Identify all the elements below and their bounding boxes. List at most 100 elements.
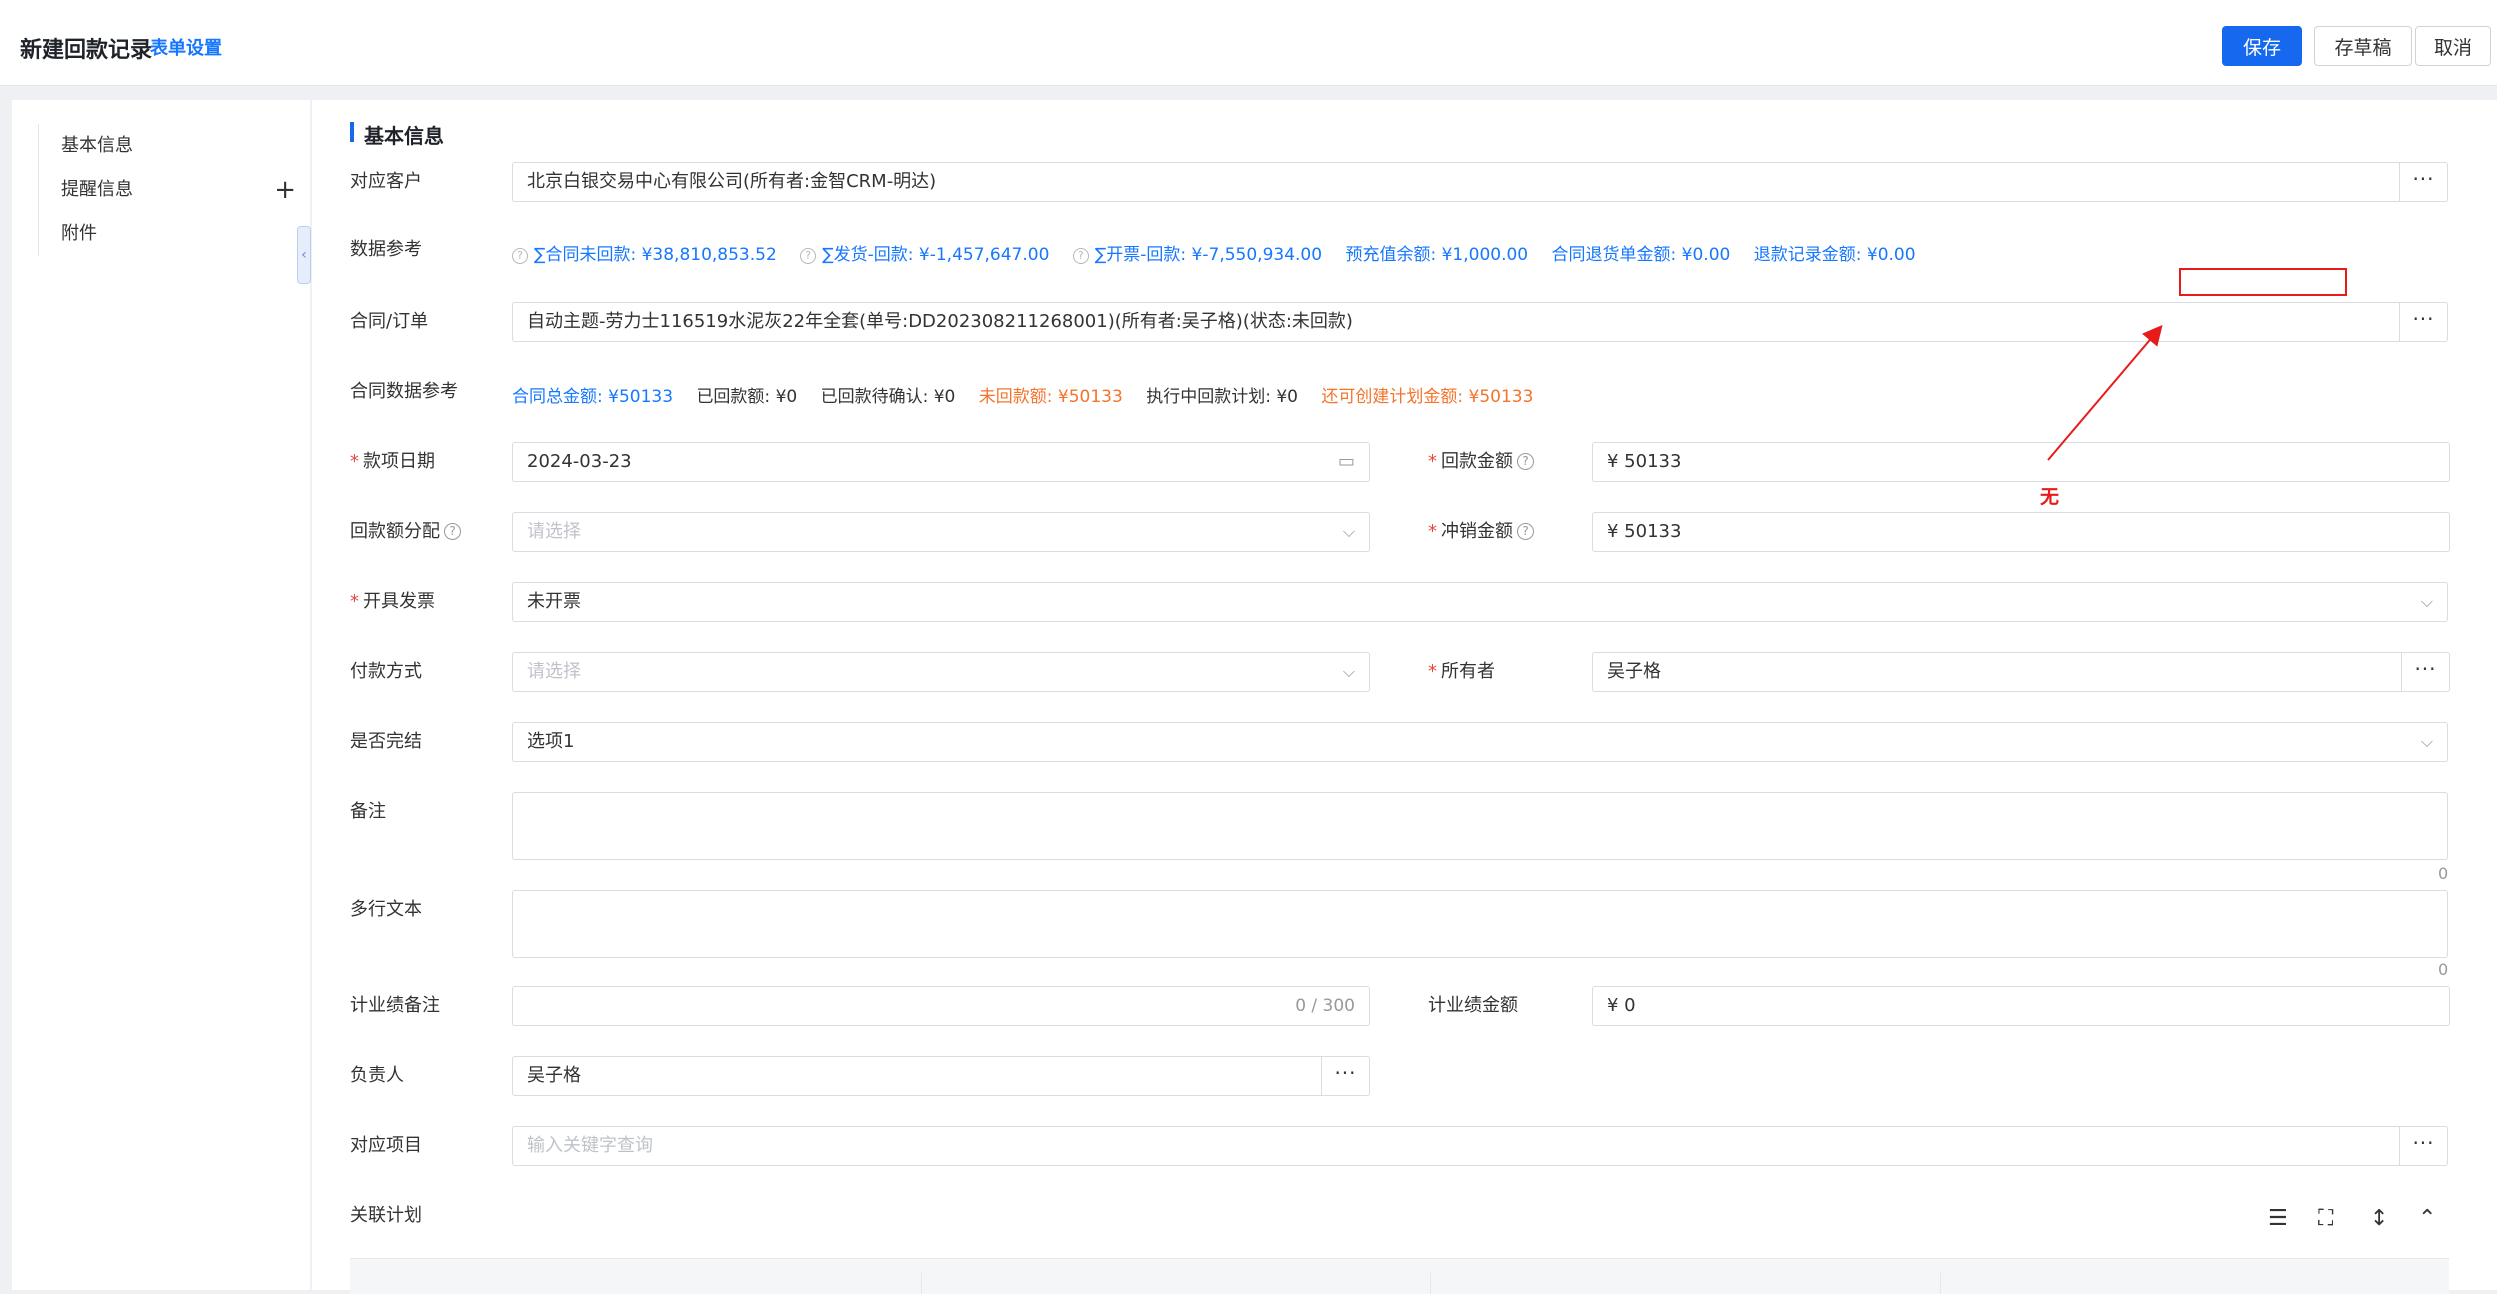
chevron-down-icon: ⌵ (1342, 662, 1355, 681)
form-settings-link[interactable]: 表单设置 (150, 34, 222, 60)
fullscreen-icon[interactable]: ⛶ (2318, 1206, 2333, 1231)
manager-label: 负责人 (350, 1065, 404, 1086)
data-ref-item: 预充值余额: ¥1,000.00 (1345, 245, 1529, 265)
payment-date-input[interactable]: 2024-03-23 ▭ (512, 442, 1370, 482)
data-ref-item: ∑开票-回款: ¥-7,550,934.00 (1094, 245, 1323, 265)
payment-amount-label: * 回款金额? (1428, 442, 1534, 482)
save-button[interactable]: 保存 (2222, 26, 2302, 66)
remark-textarea[interactable] (512, 792, 2448, 860)
writeoff-amount-value: ¥ 50133 (1607, 521, 1682, 542)
table-column-divider (921, 1273, 922, 1294)
sidebar-item-label: 基本信息 (61, 135, 133, 156)
remark-label: 备注 (350, 801, 386, 822)
contract-ref-item: 已回款额: ¥0 (696, 387, 798, 407)
allocation-select[interactable]: 请选择 ⌵ (512, 512, 1370, 552)
sidebar-nav: 基本信息 提醒信息 + 附件 (38, 124, 296, 256)
project-placeholder: 输入关键字查询 (527, 1135, 653, 1156)
data-ref-row: ? ∑合同未回款: ¥38,810,853.52 ? ∑发货-回款: ¥-1,457… (512, 240, 1934, 265)
chevron-left-icon[interactable]: ‹ (297, 226, 311, 284)
help-icon[interactable]: ? (800, 248, 817, 264)
chevron-down-icon: ⌵ (2420, 592, 2433, 611)
table-column-divider (1430, 1273, 1431, 1294)
plus-icon[interactable]: + (274, 168, 296, 212)
cancel-button[interactable]: 取消 (2415, 26, 2491, 66)
pay-method-label: 付款方式 (350, 661, 422, 682)
more-icon[interactable]: ··· (1321, 1057, 1369, 1095)
allocation-label: 回款额分配? (350, 512, 461, 552)
perf-remark-char-count: 0 / 300 (1295, 996, 1355, 1016)
project-search-input[interactable]: 输入关键字查询 ··· (512, 1126, 2448, 1166)
table-column-divider (1940, 1273, 1941, 1294)
invoice-select[interactable]: 未开票 ⌵ (512, 582, 2448, 622)
writeoff-amount-input[interactable]: ¥ 50133 (1592, 512, 2450, 552)
sidebar-item-label: 提醒信息 (61, 179, 133, 200)
contract-ref-item: 未回款额: ¥50133 (978, 387, 1123, 407)
pay-method-placeholder: 请选择 (527, 661, 581, 682)
chevron-down-icon: ⌵ (1342, 522, 1355, 541)
sidebar: 基本信息 提醒信息 + 附件 (12, 100, 310, 1290)
sidebar-item-attachment[interactable]: 附件 (61, 212, 296, 256)
help-icon[interactable]: ? (1517, 523, 1534, 540)
contract-ref-item: 执行中回款计划: ¥0 (1146, 387, 1298, 407)
chevron-up-icon[interactable]: ⌃ (2418, 1206, 2436, 1231)
perf-remark-label: 计业绩备注 (350, 995, 440, 1016)
customer-label: 对应客户 (350, 171, 422, 192)
owner-field[interactable]: 吴子格 ··· (1592, 652, 2450, 692)
completed-select[interactable]: 选项1 ⌵ (512, 722, 2448, 762)
perf-amount-input[interactable]: ¥ 0 (1592, 986, 2450, 1026)
manager-field[interactable]: 吴子格 ··· (512, 1056, 1370, 1096)
contract-label: 合同/订单 (350, 311, 429, 332)
more-icon[interactable]: ··· (2399, 163, 2447, 201)
help-icon[interactable]: ? (444, 523, 461, 540)
contract-value: 自动主题-劳力士116519水泥灰22年全套(单号:DD202308211268… (527, 311, 1353, 332)
row-height-icon[interactable]: ↕ (2370, 1206, 2388, 1231)
plan-table-header (350, 1258, 2449, 1294)
data-ref-item: ∑合同未回款: ¥38,810,853.52 (534, 245, 777, 265)
remark-char-count: 0 (2438, 864, 2449, 883)
manager-value: 吴子格 (527, 1065, 581, 1086)
more-icon[interactable]: ··· (2399, 1127, 2447, 1165)
customer-field[interactable]: 北京白银交易中心有限公司(所有者:金智CRM-明达) ··· (512, 162, 2448, 202)
owner-value: 吴子格 (1607, 661, 1661, 682)
more-icon[interactable]: ··· (2399, 303, 2447, 341)
more-icon[interactable]: ··· (2401, 653, 2449, 691)
multiline-char-count: 0 (2438, 960, 2449, 979)
payment-date-value: 2024-03-23 (527, 451, 632, 472)
page-header: 新建回款记录 表单设置 保存 存草稿 取消 (0, 0, 2497, 86)
plan-label: 关联计划 (350, 1205, 422, 1226)
writeoff-amount-label: * 冲销金额? (1428, 512, 1534, 552)
owner-label: * 所有者 (1428, 661, 1495, 682)
multiline-textarea[interactable] (512, 890, 2448, 958)
payment-amount-value: ¥ 50133 (1607, 451, 1682, 472)
data-ref-item: 退款记录金额: ¥0.00 (1753, 245, 1916, 265)
data-ref-item: ∑发货-回款: ¥-1,457,647.00 (822, 245, 1050, 265)
annotation-box (2179, 268, 2347, 296)
sidebar-item-basic-info[interactable]: 基本信息 (61, 124, 296, 168)
help-icon[interactable]: ? (1072, 248, 1089, 264)
sidebar-item-reminder[interactable]: 提醒信息 + (61, 168, 296, 212)
multiline-label: 多行文本 (350, 899, 422, 920)
completed-value: 选项1 (527, 731, 575, 752)
customer-value: 北京白银交易中心有限公司(所有者:金智CRM-明达) (527, 171, 937, 192)
sidebar-item-label: 附件 (61, 223, 97, 244)
allocation-placeholder: 请选择 (527, 521, 581, 542)
invoice-label: * 开具发票 (350, 591, 435, 612)
chevron-down-icon: ⌵ (2420, 732, 2433, 751)
pay-method-select[interactable]: 请选择 ⌵ (512, 652, 1370, 692)
calendar-icon: ▭ (1337, 451, 1355, 472)
perf-amount-value: ¥ 0 (1607, 995, 1636, 1016)
save-draft-button[interactable]: 存草稿 (2314, 26, 2412, 66)
perf-remark-input[interactable]: 0 / 300 (512, 986, 1370, 1026)
form-main: 基本信息 对应客户 北京白银交易中心有限公司(所有者:金智CRM-明达) ···… (312, 100, 2497, 1290)
column-settings-icon[interactable]: ☰ (2268, 1206, 2288, 1231)
data-ref-label: 数据参考 (350, 239, 422, 260)
annotation-text: 无 (2040, 486, 2060, 508)
payment-date-label: * 款项日期 (350, 451, 435, 472)
help-icon[interactable]: ? (512, 248, 528, 264)
project-label: 对应项目 (350, 1135, 422, 1156)
payment-amount-input[interactable]: ¥ 50133 (1592, 442, 2450, 482)
contract-ref-row: 合同总金额: ¥50133 已回款额: ¥0 已回款待确认: ¥0 未回款额: … (512, 382, 1551, 407)
data-ref-item: 合同退货单金额: ¥0.00 (1551, 245, 1731, 265)
section-title: 基本信息 (350, 120, 444, 148)
help-icon[interactable]: ? (1517, 453, 1534, 470)
